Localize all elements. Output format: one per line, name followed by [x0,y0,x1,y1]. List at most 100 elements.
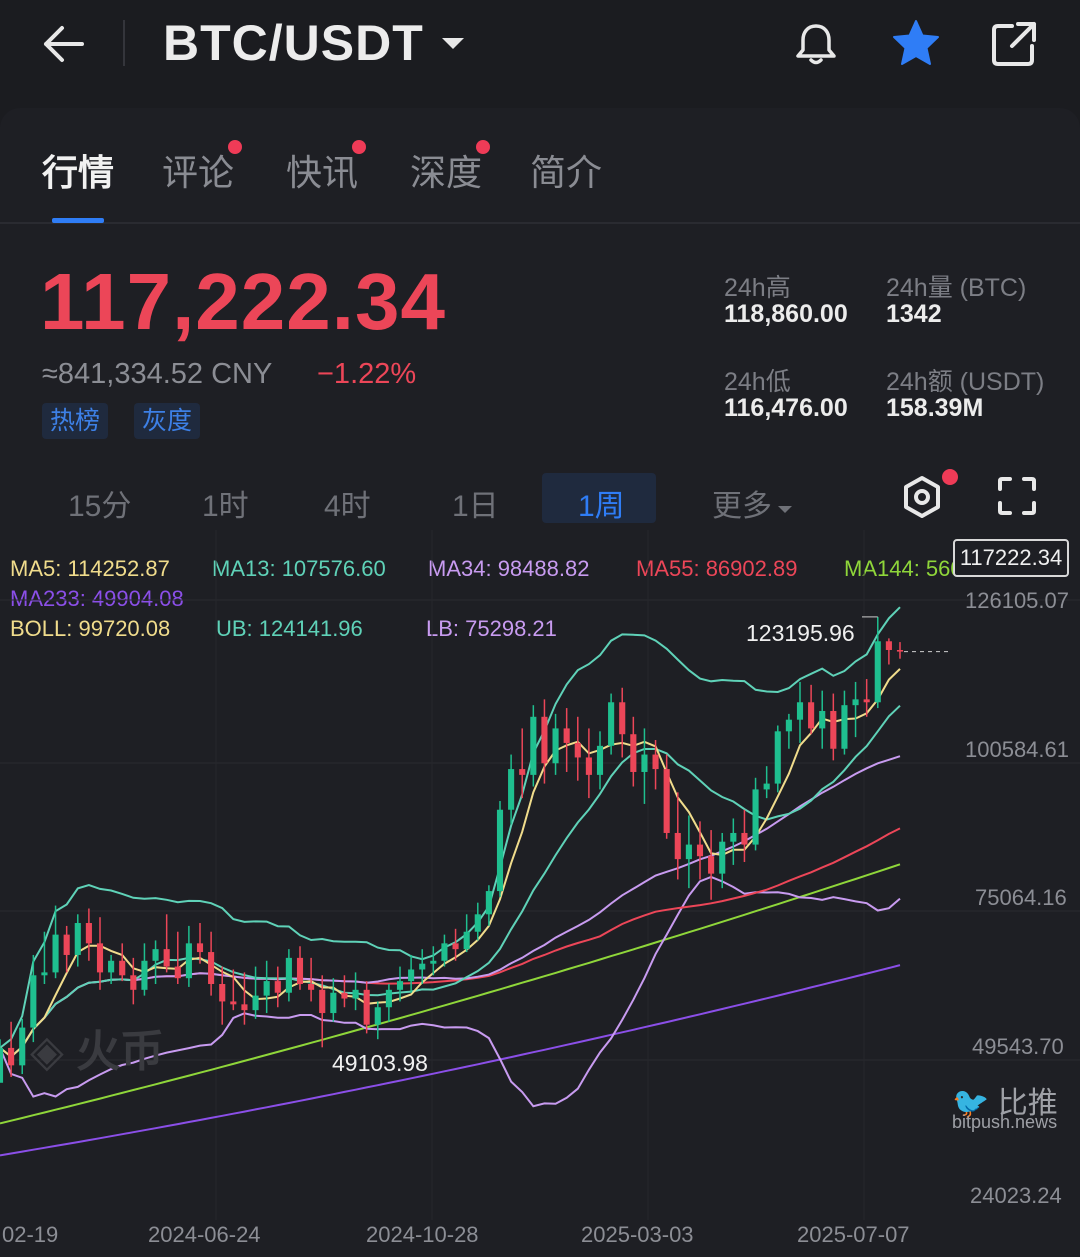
notification-dot [352,140,367,154]
candle-body [752,789,759,845]
notification-dot [476,140,491,154]
candle-body [374,1007,381,1025]
candle-body [663,769,670,833]
candle-body [863,699,870,703]
candle-body [730,832,737,842]
candle-body [808,702,815,729]
candle-body [885,641,892,650]
chevron-down-icon[interactable] [440,36,466,52]
candle-body [74,923,81,955]
high-value: 118,860.00 [724,300,848,328]
change-percent: −1.22% [317,358,417,390]
candle-body [641,754,648,772]
candle-body [85,923,92,944]
candle-body [674,832,681,860]
candle-body [630,734,637,772]
bitpush-watermark-domain: bitpush.news [952,1112,1058,1132]
x-tick: 02-19 [2,1222,59,1247]
candle-body [841,705,848,749]
candle-body [608,702,615,746]
x-tick: 2025-03-03 [581,1222,694,1247]
candle-body [230,1001,237,1005]
candle-body [419,963,426,970]
y-tick: 24023.24 [970,1183,1062,1208]
candle-body [463,931,470,950]
max-price-marker: 123195.96 [746,620,855,646]
candle-body [119,960,126,976]
candle-body [96,943,104,973]
candle-body [19,1027,26,1066]
x-tick: 2025-07-07 [797,1222,910,1247]
tab-intro[interactable]: 简介 [530,144,602,196]
candle-body [196,943,204,953]
candle-body [352,989,359,999]
tab-market[interactable]: 行情 [42,144,114,196]
candle-body [241,1004,248,1011]
active-tab-indicator [52,218,104,223]
candle-body [719,841,726,874]
candle-body [763,783,770,790]
candle-body [330,992,337,1014]
candle-body [774,731,781,784]
last-price: 117,222.34 [40,257,446,346]
candle-body [485,891,492,915]
bell-icon[interactable] [792,20,840,68]
candle-body [208,952,215,985]
candle-body [41,972,48,976]
candle-body [152,949,159,961]
share-icon[interactable] [990,20,1038,68]
candle-body [619,702,626,735]
candle-body [130,975,137,990]
candle-body [185,943,192,979]
price-cny: ≈841,334.52 CNY [42,358,273,390]
y-tick: 75064.16 [975,885,1067,910]
candle-body [274,981,281,993]
candle-body [852,699,859,706]
y-tick: 100584.61 [965,737,1069,762]
candle-body [396,981,404,990]
candle-body [141,960,148,990]
candle-body [585,757,592,775]
candle-body [796,702,804,720]
huobi-watermark-logo: ◈ 火币 [30,1027,165,1076]
candle-body [52,934,59,973]
candle-body [496,809,504,892]
candle-body [519,769,526,775]
volume-label: 24h量 (BTC) [886,274,1027,302]
min-price-marker: 49103.98 [332,1050,428,1076]
amount-label: 24h额 (USDT) [886,368,1045,396]
candle-body [308,984,315,990]
candle-body [819,710,826,729]
ma34-line [0,755,901,1058]
volume-value: 1342 [886,300,942,328]
x-tick: 2024-06-24 [148,1222,261,1247]
back-arrow-icon[interactable] [38,22,88,66]
candle-body [252,995,259,1011]
tab-comments[interactable]: 评论 [162,140,243,196]
candle-body [508,769,515,810]
candle-body [563,728,570,743]
high-label: 24h高 [724,274,791,302]
candle-body [385,989,392,1008]
candle-body [696,844,704,857]
top-bar: BTC/USDT [0,0,1080,108]
pair-title[interactable]: BTC/USDT [163,14,424,72]
candle-body [474,914,481,932]
candle-body [530,716,537,775]
candle-body [296,957,304,985]
y-tick: 49543.70 [972,1034,1064,1059]
candle-body [685,844,692,860]
candle-body [574,742,581,758]
tab-depth[interactable]: 深度 [410,140,491,196]
tab-news[interactable]: 快讯 [286,140,367,196]
favorite-star-icon[interactable] [890,18,942,68]
candle-body [319,989,326,1014]
candle-body [830,710,837,749]
candle-body [363,989,370,1025]
candle-body [219,984,226,1002]
notification-dot [228,140,243,154]
ma144-line [0,863,901,1125]
candlestick-chart[interactable] [0,430,1080,1257]
candle-body [741,832,748,845]
low-value: 116,476.00 [724,394,848,422]
